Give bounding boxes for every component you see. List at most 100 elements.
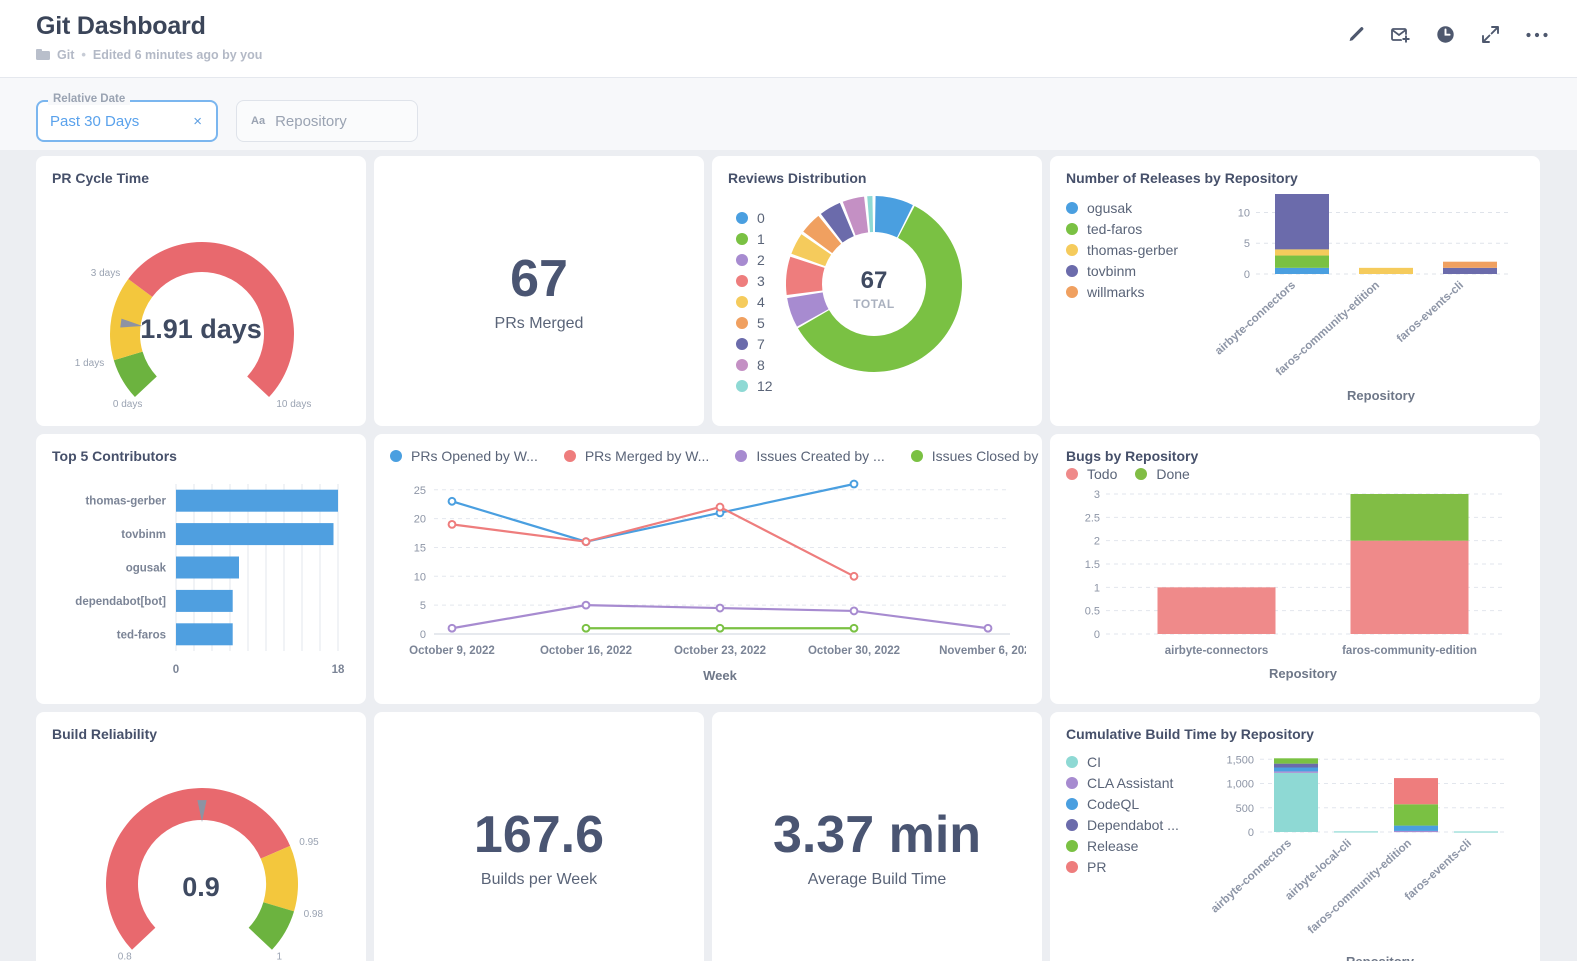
gauge-tick-label: 0.8 <box>118 952 132 961</box>
clock-history-icon[interactable] <box>1435 24 1456 45</box>
bar-segment[interactable] <box>1394 778 1438 805</box>
legend-item[interactable]: 4 <box>736 294 773 310</box>
bar-segment[interactable] <box>1275 194 1329 250</box>
card-bugs-by-repository[interactable]: Bugs by Repository Todo Done 0 0.5 1 1.5 2 2.5… <box>1050 434 1540 704</box>
bar-segment[interactable] <box>1443 261 1497 268</box>
legend-label: Todo <box>1087 466 1118 482</box>
data-point[interactable] <box>581 623 591 633</box>
data-point[interactable] <box>447 623 457 633</box>
close-icon[interactable]: × <box>191 113 204 130</box>
bar-segment[interactable] <box>1334 831 1378 833</box>
legend-item[interactable]: 0 <box>736 210 773 226</box>
legend-item[interactable]: PRs Opened by W... <box>390 448 538 464</box>
breadcrumb-collection-link[interactable]: Git <box>57 48 74 62</box>
bar[interactable] <box>176 623 233 646</box>
bar-segment[interactable] <box>1454 831 1498 833</box>
legend-label: CI <box>1087 754 1101 770</box>
bar-segment[interactable] <box>1394 825 1438 831</box>
legend-item[interactable]: CLA Assistant <box>1066 775 1206 791</box>
legend-item[interactable]: ogusak <box>1066 200 1216 216</box>
bar-segment[interactable] <box>1274 772 1318 832</box>
legend-item[interactable]: Issues Created by ... <box>735 448 885 464</box>
card-weekly-activity[interactable]: PRs Opened by W... PRs Merged by W... Issu… <box>374 434 1042 704</box>
bar[interactable] <box>176 523 334 546</box>
legend-item[interactable]: CodeQL <box>1066 796 1206 812</box>
legend-item[interactable]: CI <box>1066 754 1206 770</box>
data-point[interactable] <box>715 502 725 512</box>
data-point[interactable] <box>581 600 591 610</box>
average-build-time-value: 3.37 min <box>772 806 982 864</box>
legend-item[interactable]: Dependabot ... <box>1066 817 1206 833</box>
bar[interactable] <box>176 556 239 579</box>
legend-item[interactable]: 8 <box>736 357 773 373</box>
bar-segment[interactable] <box>1274 767 1318 772</box>
card-average-build-time[interactable]: 3.37 min Average Build Time <box>712 712 1042 961</box>
page-title: Git Dashboard <box>36 12 206 40</box>
card-title: Build Reliability <box>52 726 158 742</box>
legend-color-dot <box>563 450 576 462</box>
data-point[interactable] <box>849 606 859 616</box>
legend-item[interactable]: Done <box>1135 466 1190 482</box>
bar-segment[interactable] <box>1443 267 1497 274</box>
legend-item[interactable]: thomas-gerber <box>1066 242 1216 258</box>
legend-item[interactable]: 2 <box>736 252 773 268</box>
data-point[interactable] <box>849 571 859 581</box>
data-point[interactable] <box>447 496 457 506</box>
legend-item[interactable]: 3 <box>736 273 773 289</box>
card-releases-by-repository[interactable]: Number of Releases by Repository ogusak t… <box>1050 156 1540 426</box>
card-reviews-distribution[interactable]: Reviews Distribution 0 1 2 3 4 5 7 8 12 67 TOTAL <box>712 156 1042 426</box>
legend-color-dot <box>1066 468 1078 480</box>
last-edited-text: Edited 6 minutes ago by you <box>92 47 263 62</box>
bar-segment[interactable] <box>1274 771 1318 773</box>
gauge-band <box>248 902 295 950</box>
legend-item[interactable]: tovbinm <box>1066 263 1216 279</box>
legend-item[interactable]: PRs Merged by W... <box>563 448 709 464</box>
legend-item[interactable]: 7 <box>736 336 773 352</box>
more-ellipsis-icon[interactable] <box>1525 31 1549 39</box>
data-point[interactable] <box>581 537 591 547</box>
legend-item[interactable]: 1 <box>736 231 773 247</box>
card-top-contributors[interactable]: Top 5 Contributors thomas-gerber tovbinm o… <box>36 434 366 704</box>
data-point[interactable] <box>447 519 457 529</box>
legend-color-dot <box>736 380 748 392</box>
bar-segment[interactable] <box>1275 249 1329 256</box>
bar-segment[interactable] <box>1394 804 1438 826</box>
card-pr-cycle-time[interactable]: PR Cycle Time 0 days 1 days 3 days 10 days … <box>36 156 366 426</box>
bar-segment[interactable] <box>1274 763 1318 768</box>
legend-item[interactable]: 5 <box>736 315 773 331</box>
card-prs-merged[interactable]: 67 PRs Merged <box>374 156 704 426</box>
bar-segment[interactable] <box>1359 267 1413 274</box>
bar[interactable] <box>176 489 338 512</box>
data-point[interactable] <box>849 623 859 633</box>
reviews-legend: 0 1 2 3 4 5 7 8 12 <box>728 194 773 394</box>
legend-item[interactable]: Todo <box>1066 466 1117 482</box>
legend-item[interactable]: Issues Closed by W... <box>910 448 1042 464</box>
data-point[interactable] <box>715 603 725 613</box>
bar-segment[interactable] <box>1394 830 1438 833</box>
legend-item[interactable]: willmarks <box>1066 284 1216 300</box>
card-cumulative-build-time[interactable]: Cumulative Build Time by Repository CI CL… <box>1050 712 1540 961</box>
bar-segment[interactable] <box>1350 494 1469 541</box>
donut-slice[interactable] <box>866 196 873 233</box>
legend-item[interactable]: ted-faros <box>1066 221 1216 237</box>
bar-segment[interactable] <box>1274 758 1318 764</box>
fullscreen-expand-icon[interactable] <box>1480 24 1501 45</box>
bar[interactable] <box>176 589 233 612</box>
legend-color-dot <box>1066 777 1078 789</box>
edit-pencil-icon[interactable] <box>1346 25 1366 45</box>
repository-filter[interactable]: Aa Repository <box>236 100 418 142</box>
bar-segment[interactable] <box>1157 587 1276 634</box>
bar-segment[interactable] <box>1275 255 1329 268</box>
data-point[interactable] <box>983 623 993 633</box>
card-builds-per-week[interactable]: 167.6 Builds per Week <box>374 712 704 961</box>
relative-date-filter[interactable]: Relative Date Past 30 Days × <box>36 93 218 142</box>
legend-item[interactable]: 12 <box>736 378 773 394</box>
legend-item[interactable]: Release <box>1066 838 1206 854</box>
bar-segment[interactable] <box>1350 540 1469 634</box>
card-build-reliability[interactable]: Build Reliability 0.8 0.95 0.98 1 0.9 <box>36 712 366 961</box>
data-point[interactable] <box>715 623 725 633</box>
legend-item[interactable]: PR <box>1066 859 1206 875</box>
bar-segment[interactable] <box>1275 267 1329 274</box>
subscribe-envelope-icon[interactable] <box>1390 25 1411 45</box>
data-point[interactable] <box>849 479 859 489</box>
